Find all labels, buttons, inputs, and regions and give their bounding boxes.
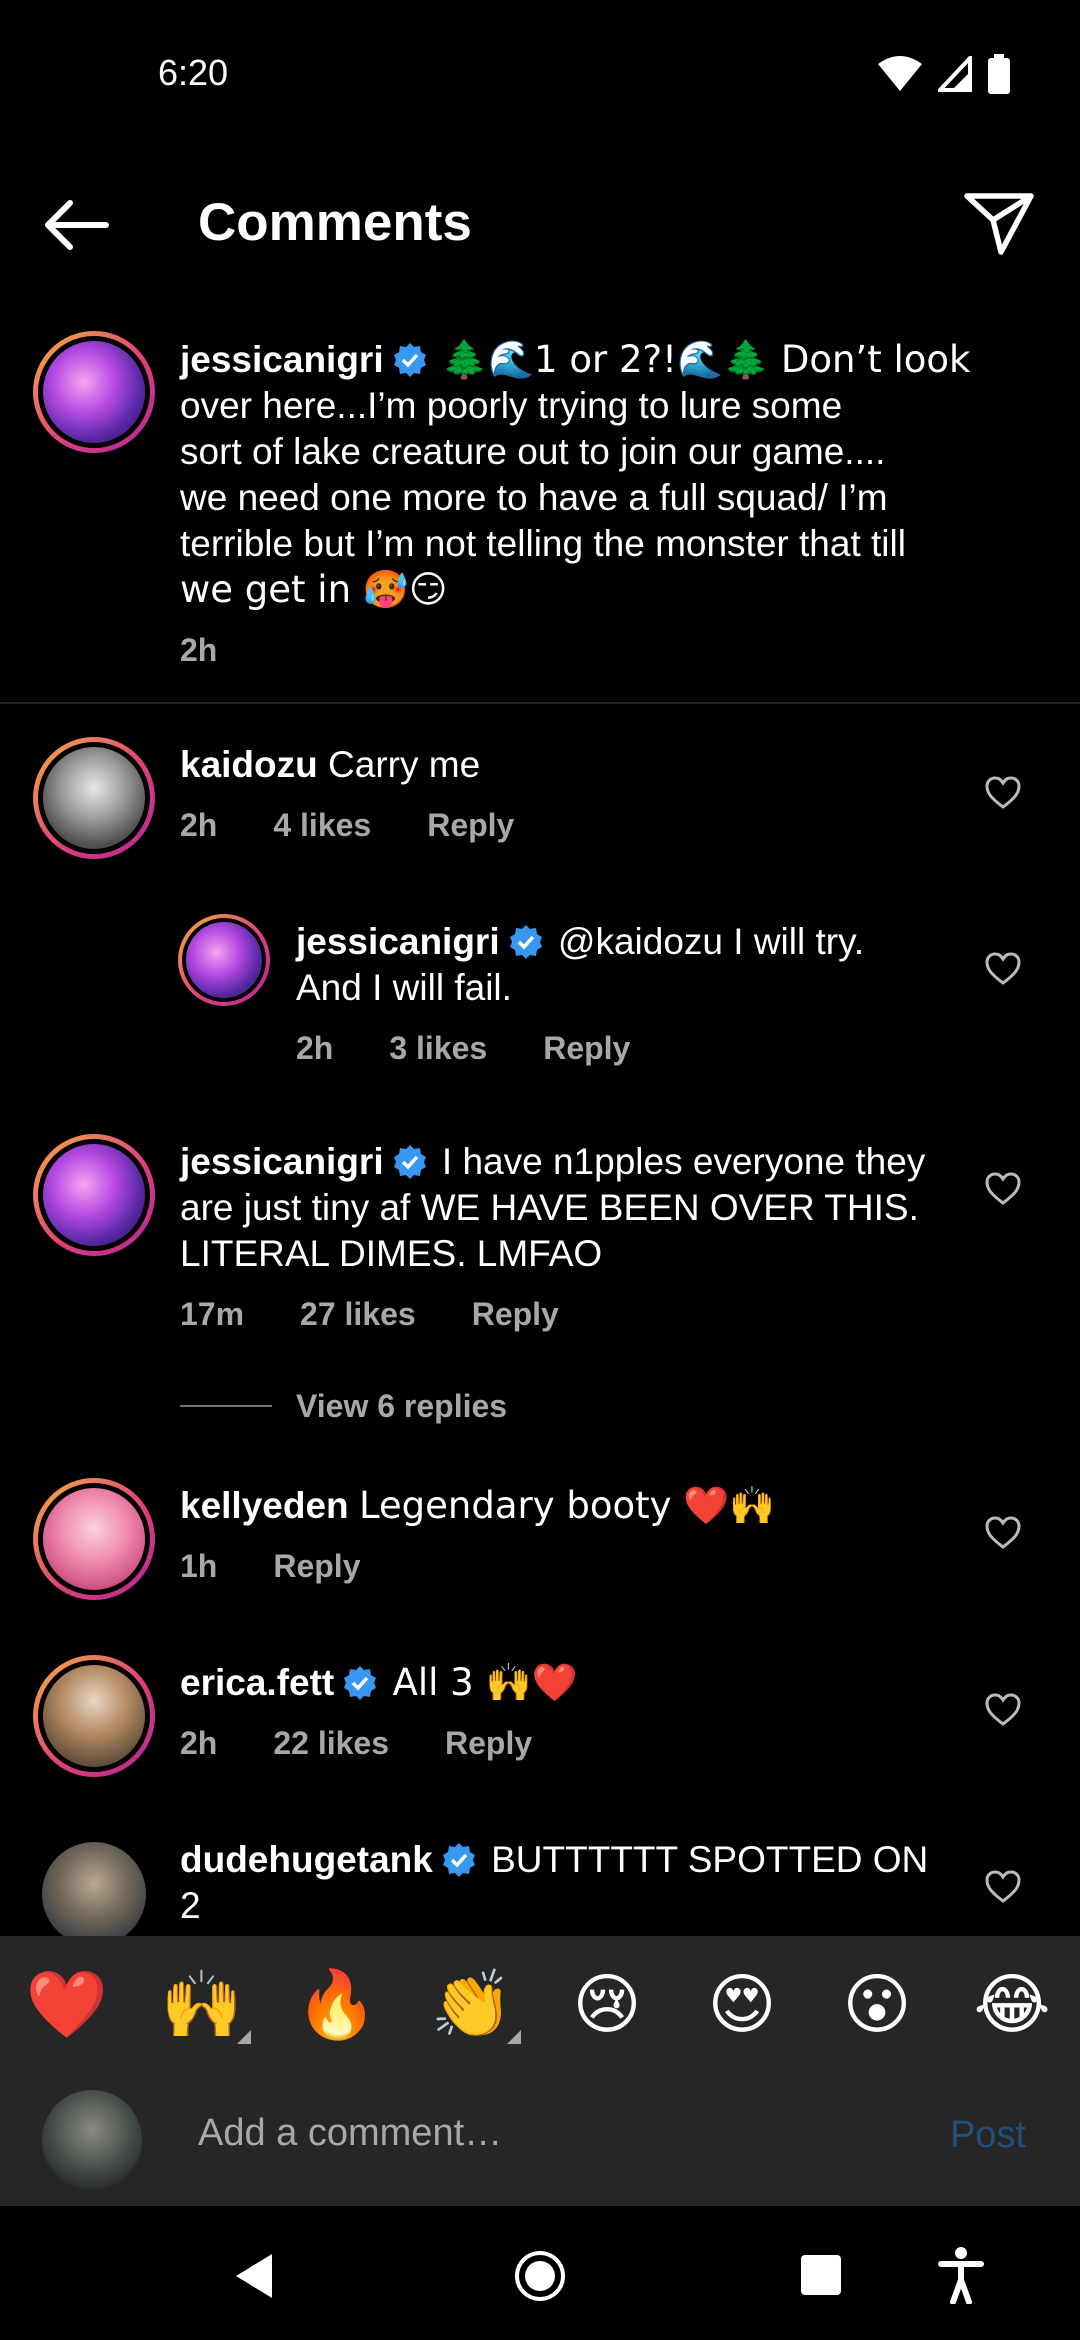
emoji-crying-button[interactable]: 😢 xyxy=(562,1960,652,2050)
wifi-icon xyxy=(878,56,922,91)
emoji-laughing-button[interactable]: 😂 xyxy=(967,1960,1057,2050)
post-button[interactable]: Post xyxy=(950,2114,1026,2157)
verified-badge-icon xyxy=(509,925,542,959)
heart-icon[interactable] xyxy=(985,776,1021,810)
reply-button[interactable]: Reply xyxy=(273,1548,360,1585)
comment-text: jessicanigri I have n1pples everyone the… xyxy=(180,1139,925,1277)
timestamp: 2h xyxy=(180,632,218,668)
username[interactable]: jessicanigri xyxy=(180,1141,384,1182)
comment-body: BUTTTTTT SPOTTED ON xyxy=(491,1839,929,1880)
accessibility-icon[interactable] xyxy=(938,2246,984,2304)
status-icons xyxy=(878,52,1010,96)
emoji-heart-eyes-button[interactable]: 😍 xyxy=(697,1960,787,2050)
skin-tone-indicator-icon xyxy=(507,2030,521,2044)
caption-line: we get in 🥵😏 xyxy=(180,568,448,611)
reply-button[interactable]: Reply xyxy=(543,1030,630,1067)
comment-body: Legendary booty ❤️🙌 xyxy=(358,1484,776,1527)
back-arrow-icon[interactable] xyxy=(40,195,120,255)
verified-badge-icon xyxy=(442,1843,475,1877)
comment-body: are just tiny af WE HAVE BEEN OVER THIS. xyxy=(180,1187,919,1228)
username[interactable]: kellyeden xyxy=(180,1485,349,1526)
system-nav-bar xyxy=(0,2206,1080,2340)
like-count[interactable]: 4 likes xyxy=(273,807,371,844)
avatar[interactable] xyxy=(33,1655,155,1777)
divider xyxy=(0,702,1080,704)
username[interactable]: kaidozu xyxy=(180,744,318,785)
emoji-quick-bar: ❤️ 🙌 🔥 👏 😢 😍 😮 😂 xyxy=(0,1960,1080,2052)
caption-line: 🌲🌊1 or 2?!🌊🌲 Don’t look xyxy=(441,338,971,381)
caption-line: terrible but I’m not telling the monster… xyxy=(180,523,906,564)
comment-text: kellyeden Legendary booty ❤️🙌 xyxy=(180,1483,775,1529)
caption-line: we need one more to have a full squad/ I… xyxy=(180,477,888,518)
nav-back-icon[interactable] xyxy=(232,2252,276,2300)
reply-button[interactable]: Reply xyxy=(445,1725,532,1762)
comment-body: All 3 🙌❤️ xyxy=(392,1661,578,1704)
comment-meta: 1h Reply xyxy=(180,1548,360,1585)
comment-text: dudehugetank BUTTTTTT SPOTTED ON 2 xyxy=(180,1837,928,1929)
reply-button[interactable]: Reply xyxy=(427,807,514,844)
caption-meta: 2h xyxy=(180,632,217,669)
nav-recents-icon[interactable] xyxy=(800,2254,842,2296)
avatar[interactable] xyxy=(33,1134,155,1256)
heart-icon[interactable] xyxy=(985,1516,1021,1550)
view-replies-line xyxy=(180,1405,272,1407)
emoji-surprised-button[interactable]: 😮 xyxy=(832,1960,922,2050)
emoji-heart-button[interactable]: ❤️ xyxy=(22,1960,112,2050)
avatar[interactable] xyxy=(33,331,155,453)
username[interactable]: erica.fett xyxy=(180,1662,334,1703)
caption-text: jessicanigri 🌲🌊1 or 2?!🌊🌲 Don’t look ove… xyxy=(180,337,970,613)
heart-icon[interactable] xyxy=(985,1693,1021,1727)
battery-icon xyxy=(988,54,1010,94)
timestamp: 1h xyxy=(180,1548,218,1584)
emoji-fire-button[interactable]: 🔥 xyxy=(292,1960,382,2050)
timestamp: 2h xyxy=(180,1725,218,1761)
timestamp: 17m xyxy=(180,1296,245,1332)
username[interactable]: dudehugetank xyxy=(180,1839,433,1880)
comment-body: Carry me xyxy=(328,744,481,785)
reply-button[interactable]: Reply xyxy=(472,1296,559,1333)
comment-text: jessicanigri @kaidozu I will try. And I … xyxy=(296,919,864,1011)
view-replies-button[interactable]: View 6 replies xyxy=(296,1388,507,1425)
heart-icon[interactable] xyxy=(985,952,1021,986)
verified-badge-icon xyxy=(393,343,426,377)
status-time: 6:20 xyxy=(158,52,229,93)
comment-body: I have n1pples everyone they xyxy=(441,1141,926,1182)
comment-body: And I will fail. xyxy=(296,967,512,1008)
verified-badge-icon xyxy=(344,1666,377,1700)
timestamp: 2h xyxy=(296,1030,334,1066)
signal-icon xyxy=(938,56,972,92)
emoji-clap-button[interactable]: 👏 xyxy=(427,1960,517,2050)
comment-body: @kaidozu I will try. xyxy=(557,921,865,962)
skin-tone-indicator-icon xyxy=(237,2030,251,2044)
avatar[interactable] xyxy=(42,1842,146,1946)
comment-meta: 2h 4 likes Reply xyxy=(180,807,514,844)
avatar[interactable] xyxy=(178,914,270,1006)
avatar[interactable] xyxy=(33,737,155,859)
comment-body: LITERAL DIMES. LMFAO xyxy=(180,1233,603,1274)
avatar[interactable] xyxy=(33,1478,155,1600)
comment-input[interactable]: Add a comment… xyxy=(198,2112,502,2155)
username[interactable]: jessicanigri xyxy=(296,921,500,962)
comment-meta: 2h 22 likes Reply xyxy=(180,1725,532,1762)
comment-text: kaidozu Carry me xyxy=(180,742,480,788)
comment-meta: 17m 27 likes Reply xyxy=(180,1296,559,1333)
emoji-raised-hands-button[interactable]: 🙌 xyxy=(157,1960,247,2050)
verified-badge-icon xyxy=(393,1145,426,1179)
comment-body: 2 xyxy=(180,1885,201,1926)
current-user-avatar xyxy=(42,2090,142,2190)
heart-icon[interactable] xyxy=(985,1172,1021,1206)
heart-icon[interactable] xyxy=(985,1870,1021,1904)
like-count[interactable]: 27 likes xyxy=(300,1296,416,1333)
send-icon[interactable] xyxy=(963,190,1035,256)
comment-text: erica.fett All 3 🙌❤️ xyxy=(180,1660,578,1706)
page-title: Comments xyxy=(198,193,472,252)
caption-line: sort of lake creature out to join our ga… xyxy=(180,431,886,472)
username[interactable]: jessicanigri xyxy=(180,339,384,380)
like-count[interactable]: 22 likes xyxy=(273,1725,389,1762)
caption-line: over here...I’m poorly trying to lure so… xyxy=(180,385,843,426)
timestamp: 2h xyxy=(180,807,218,843)
nav-home-icon[interactable] xyxy=(514,2250,566,2302)
comment-meta: 2h 3 likes Reply xyxy=(296,1030,630,1067)
like-count[interactable]: 3 likes xyxy=(389,1030,487,1067)
